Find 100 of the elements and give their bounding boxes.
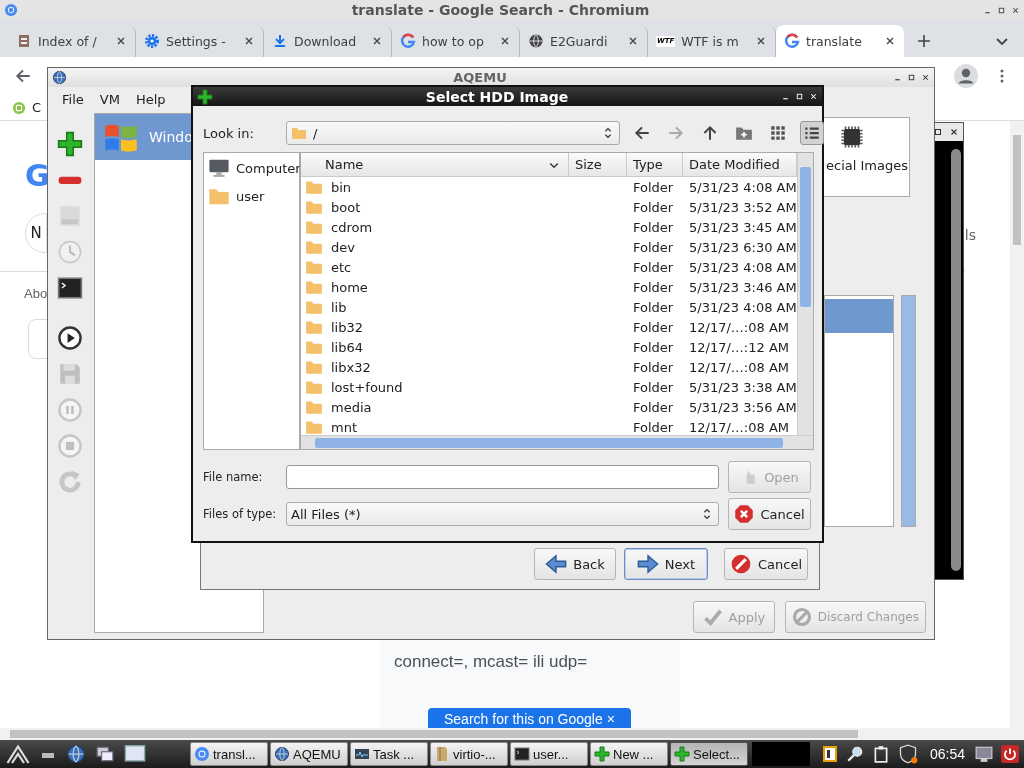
circle-logo-icon bbox=[4, 3, 18, 17]
file-type: Folder bbox=[632, 179, 675, 195]
close-icon[interactable] bbox=[755, 35, 767, 47]
taskbar-button[interactable]: transl... bbox=[190, 742, 268, 766]
file-name-field[interactable] bbox=[286, 465, 719, 489]
file-name[interactable]: cdrom bbox=[331, 219, 373, 235]
taskbar-button[interactable]: AQEMU bbox=[270, 742, 348, 766]
field-label: Files of type: bbox=[203, 507, 278, 521]
browser-tab[interactable]: E2Guardi bbox=[520, 25, 648, 57]
taskbar-panel bbox=[752, 742, 810, 766]
list-view-icon[interactable] bbox=[800, 121, 824, 145]
file-name[interactable]: mnt bbox=[331, 419, 357, 435]
close-icon[interactable] bbox=[371, 35, 383, 47]
g-icon bbox=[400, 33, 416, 49]
cancel-button[interactable]: Cancel bbox=[728, 498, 811, 530]
file-type-dropdown[interactable]: All Files (*) bbox=[286, 502, 719, 526]
file-date: 12/17/…:12 AM bbox=[688, 339, 790, 355]
file-name[interactable]: bin bbox=[331, 179, 352, 195]
menu-item[interactable]: VM bbox=[91, 89, 128, 109]
play-icon[interactable] bbox=[57, 325, 83, 351]
folder-icon bbox=[305, 218, 323, 236]
taskbar-button[interactable]: user... bbox=[510, 742, 588, 766]
globe-icon[interactable] bbox=[66, 744, 86, 764]
file-name[interactable]: lib32 bbox=[331, 319, 364, 335]
browser-tab[interactable]: Download bbox=[264, 25, 392, 57]
column-header[interactable]: Name bbox=[325, 157, 364, 172]
terminal-icon[interactable] bbox=[57, 275, 83, 301]
column-header[interactable]: Size bbox=[575, 157, 602, 172]
look-in-dropdown[interactable]: / bbox=[286, 121, 620, 145]
taskbar-button[interactable]: New ... bbox=[590, 742, 668, 766]
computer-icon bbox=[208, 157, 230, 179]
file-type: Folder bbox=[632, 299, 675, 315]
close-icon[interactable] bbox=[627, 35, 639, 47]
folder-icon bbox=[305, 378, 323, 396]
clipboard-icon[interactable] bbox=[872, 745, 890, 763]
taskbar-button[interactable]: Select... bbox=[670, 742, 748, 766]
monitor-icon[interactable] bbox=[975, 745, 994, 763]
file-name[interactable]: lib bbox=[331, 299, 347, 315]
desktop-icon[interactable] bbox=[124, 743, 146, 765]
file-date: 5/31/23 3:56 AM bbox=[688, 399, 797, 415]
maximize-icon[interactable] bbox=[933, 127, 943, 137]
add-icon[interactable] bbox=[57, 131, 83, 157]
file-type: Folder bbox=[632, 259, 675, 275]
file-name[interactable]: libx32 bbox=[331, 359, 371, 375]
wizard-button[interactable]: Next bbox=[624, 548, 708, 580]
back-icon[interactable] bbox=[14, 67, 32, 85]
maximize-icon[interactable] bbox=[997, 5, 1006, 15]
menu-item[interactable]: File bbox=[54, 89, 92, 109]
close-icon[interactable] bbox=[949, 127, 959, 137]
chip-icon[interactable] bbox=[839, 124, 865, 150]
maximize-icon[interactable] bbox=[907, 73, 916, 82]
browser-tab[interactable]: Index of / bbox=[8, 25, 136, 57]
file-type: Folder bbox=[632, 279, 675, 295]
dialog-title: Select HDD Image bbox=[424, 88, 570, 105]
bookmark-label[interactable]: C bbox=[32, 100, 42, 115]
menu-item[interactable]: Help bbox=[127, 89, 174, 109]
magnifier-icon[interactable] bbox=[846, 745, 864, 763]
file-name[interactable]: boot bbox=[331, 199, 361, 215]
file-name[interactable]: media bbox=[331, 399, 372, 415]
place-item[interactable]: user bbox=[236, 188, 265, 204]
file-name[interactable]: etc bbox=[331, 259, 352, 275]
close-icon[interactable] bbox=[921, 73, 930, 82]
browser-tab[interactable]: how to op bbox=[392, 25, 520, 57]
file-name[interactable]: lost+found bbox=[331, 379, 403, 395]
file-name[interactable]: home bbox=[331, 279, 368, 295]
device-label: ecial Images bbox=[826, 158, 908, 173]
close-icon[interactable] bbox=[115, 35, 127, 47]
column-header[interactable]: Type bbox=[633, 157, 663, 172]
g-icon bbox=[784, 33, 800, 49]
taskbar-button[interactable]: virtio-... bbox=[430, 742, 508, 766]
browser-tab[interactable]: translate bbox=[776, 25, 904, 57]
wizard-button[interactable]: Cancel bbox=[724, 548, 808, 580]
field-label: Look in: bbox=[203, 125, 255, 141]
file-name[interactable]: lib64 bbox=[331, 339, 364, 355]
column-header[interactable]: Date Modified bbox=[689, 157, 780, 172]
browser-tab[interactable]: Settings - bbox=[136, 25, 264, 57]
folder-icon bbox=[305, 278, 323, 296]
wizard-button[interactable]: Back bbox=[534, 548, 616, 580]
search-google-button[interactable]: Search for this on Google × bbox=[428, 708, 631, 728]
folder-icon bbox=[305, 238, 323, 256]
app-icon[interactable] bbox=[822, 746, 838, 762]
file-type: Folder bbox=[632, 379, 675, 395]
close-icon[interactable] bbox=[884, 35, 896, 47]
close-icon[interactable] bbox=[1011, 5, 1020, 15]
windows-stack-icon[interactable] bbox=[96, 745, 114, 763]
new-tab-icon[interactable] bbox=[916, 33, 932, 49]
close-icon[interactable] bbox=[499, 35, 511, 47]
taskbar-button[interactable]: Task ... bbox=[350, 742, 428, 766]
power-icon[interactable] bbox=[1001, 745, 1020, 763]
shield-icon[interactable] bbox=[898, 744, 918, 764]
file-name[interactable]: dev bbox=[331, 239, 355, 255]
file-date: 12/17/…:08 AM bbox=[688, 319, 790, 335]
file-type: Folder bbox=[632, 319, 675, 335]
start-menu-icon[interactable] bbox=[6, 742, 30, 766]
avatar-icon[interactable] bbox=[954, 64, 978, 88]
file-type: Folder bbox=[632, 339, 675, 355]
close-icon[interactable] bbox=[243, 35, 255, 47]
globe-icon bbox=[274, 746, 290, 762]
file-date: 5/31/23 4:08 AM bbox=[688, 299, 797, 315]
place-item[interactable]: Computer bbox=[236, 160, 301, 176]
